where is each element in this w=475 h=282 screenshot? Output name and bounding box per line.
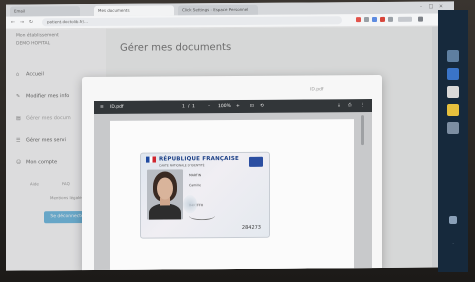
reload-icon[interactable]: ↻ xyxy=(28,19,34,25)
pdf-toolbar: ≡ ID.pdf 1 / 1 – 100% + ⊡ ⟲ ⤓ ⎙ ⋮ xyxy=(94,99,372,114)
pdf-scrollbar[interactable] xyxy=(361,115,364,146)
tab-email[interactable]: Email xyxy=(10,6,80,17)
profile-icon[interactable] xyxy=(398,16,412,22)
tab-label: Mes documents xyxy=(98,7,130,13)
menu-icon[interactable] xyxy=(418,16,423,22)
zoom-level: 100% xyxy=(218,103,231,110)
page-current[interactable]: 1 xyxy=(182,100,185,113)
app-icon[interactable] xyxy=(447,68,459,80)
page-separator: / xyxy=(188,104,190,110)
monitor-bezel: Email Mes documents Click Settings - Esp… xyxy=(0,0,475,282)
extension-icon[interactable] xyxy=(372,16,377,23)
browser-window: Email Mes documents Click Settings - Esp… xyxy=(6,1,454,271)
french-flag-icon xyxy=(146,156,156,163)
zoom-in-icon[interactable]: + xyxy=(236,100,240,113)
app-icon[interactable] xyxy=(447,50,459,62)
document-preview-modal: ID.pdf ≡ ID.pdf 1 / 1 – 100% + ⊡ ⟲ ⤓ ⎙ ⋮… xyxy=(82,74,382,271)
eu-flag-icon xyxy=(249,156,263,167)
modal-file-label: ID.pdf xyxy=(310,87,324,93)
print-icon[interactable]: ⎙ xyxy=(348,99,352,112)
url-bar[interactable]: patient.doctolib.fr/... xyxy=(42,16,342,27)
id-card-image: RÉPUBLIQUE FRANÇAISE CARTE NATIONALE D'I… xyxy=(140,151,270,239)
forward-icon[interactable]: → xyxy=(19,19,25,25)
signature xyxy=(189,211,215,221)
chrome-icon[interactable] xyxy=(447,86,459,98)
close-icon[interactable]: × xyxy=(438,4,444,10)
id-short-code: 284273 xyxy=(241,224,261,231)
extension-icon[interactable] xyxy=(380,16,385,22)
taskbar: · xyxy=(438,10,468,272)
extension-icon[interactable] xyxy=(356,17,361,23)
id-country: RÉPUBLIQUE FRANÇAISE xyxy=(159,155,239,163)
rotate-icon[interactable]: ⟲ xyxy=(260,100,264,113)
pdf-viewer: ≡ ID.pdf 1 / 1 – 100% + ⊡ ⟲ ⤓ ⎙ ⋮ RÉPUBL… xyxy=(94,99,372,271)
fit-page-icon[interactable]: ⊡ xyxy=(250,100,254,113)
minimize-icon[interactable]: – xyxy=(418,4,424,10)
extension-icon[interactable] xyxy=(364,17,369,23)
more-icon[interactable]: ⋮ xyxy=(360,99,365,112)
id-given-names: Camille xyxy=(189,183,201,188)
wifi-icon[interactable] xyxy=(449,216,457,224)
tab-label: Click Settings - Espace Personnel xyxy=(182,6,249,13)
download-icon[interactable]: ⤓ xyxy=(338,99,340,112)
back-icon[interactable]: ← xyxy=(10,19,16,26)
id-surname: MARTIN xyxy=(189,173,202,178)
pdf-page: RÉPUBLIQUE FRANÇAISE CARTE NATIONALE D'I… xyxy=(110,119,354,271)
maximize-icon[interactable]: □ xyxy=(428,4,434,10)
page: Mon établissement DEMO HOPITAL ⌂ Accueil … xyxy=(6,26,454,271)
app-icon[interactable] xyxy=(447,104,459,116)
tab-settings[interactable]: Click Settings - Espace Personnel xyxy=(178,4,258,16)
zoom-out-icon[interactable]: – xyxy=(208,100,210,113)
pdf-file-name: ID.pdf xyxy=(110,104,124,110)
extension-icon[interactable] xyxy=(388,16,393,22)
clock: · xyxy=(452,242,454,246)
tab-mes-documents[interactable]: Mes documents xyxy=(94,5,174,16)
page-total: 1 xyxy=(192,104,195,110)
app-icon[interactable] xyxy=(447,122,459,134)
menu-icon[interactable]: ≡ xyxy=(100,101,104,114)
id-photo xyxy=(147,169,183,220)
tab-label: Email xyxy=(14,8,26,14)
id-doc-type: CARTE NATIONALE D'IDENTITÉ xyxy=(159,163,205,168)
